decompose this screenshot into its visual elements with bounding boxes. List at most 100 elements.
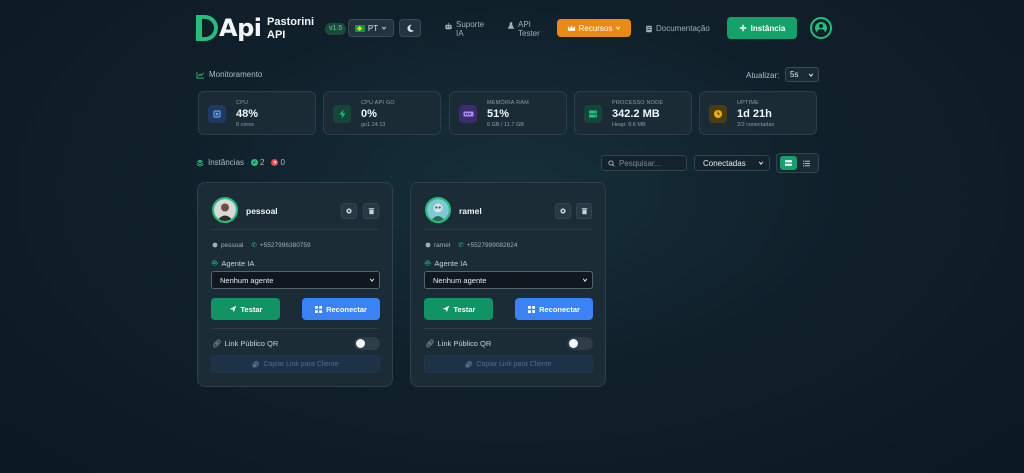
divider	[424, 328, 592, 329]
public-qr-toggle[interactable]	[567, 337, 593, 350]
chevron-down-icon	[808, 73, 814, 77]
documentacao-label: Documentação	[656, 24, 710, 33]
reconnect-button[interactable]: Reconectar	[515, 298, 593, 320]
book-icon	[646, 25, 652, 32]
monitor-title-text: Monitoramento	[209, 70, 263, 79]
status-filter-value: Conectadas	[703, 158, 746, 168]
list-icon	[803, 160, 811, 166]
instance-meta: pessoal ✆ +5527996380759	[212, 241, 311, 249]
instances-section-title: Instâncias ✓ 2 ✕ 0	[196, 158, 285, 167]
instance-phone: +5527999082624	[466, 241, 518, 249]
nav-documentacao[interactable]: Documentação	[645, 24, 710, 33]
trash-icon	[581, 208, 587, 215]
grid-icon	[784, 160, 792, 166]
x-circle-icon: ✕	[271, 159, 279, 166]
copy-client-link-label: Copiar Link para Cliente	[263, 360, 339, 368]
instance-card-ramel: ramel ramel ✆ +5527999082624 🤖︎ Agente I…	[410, 182, 606, 387]
nav-api-tester[interactable]: API Tester	[507, 20, 540, 38]
app-logo[interactable]: Api	[196, 14, 262, 42]
whatsapp-icon: ✆	[251, 242, 257, 249]
robot-icon: 🤖︎	[212, 258, 218, 268]
disconnected-count-value: 0	[280, 158, 285, 167]
agent-label: Agente IA	[221, 259, 255, 268]
qrcode-icon	[315, 305, 323, 313]
copy-client-link-button[interactable]: Copiar Link para Cliente	[211, 355, 380, 373]
public-qr-toggle[interactable]	[354, 337, 380, 350]
chevron-down-icon	[369, 278, 375, 282]
agent-section-label: 🤖︎ Agente IA	[212, 257, 254, 270]
stat-label: UPTIME	[737, 100, 759, 106]
agent-select-value: Nenhum agente	[220, 275, 274, 285]
brand-name: Pastorini API	[267, 16, 314, 42]
public-qr-link-label: 🔗︎ Link Público QR	[212, 339, 278, 348]
stat-card-uptime: UPTIME 1d 21h 2/2 conectadas	[699, 91, 817, 135]
settings-button[interactable]	[341, 203, 357, 219]
recursos-label: Recursos	[578, 23, 613, 33]
brand-line-2: API	[267, 29, 286, 41]
cpu-icon	[208, 105, 226, 123]
search-input[interactable]: Pesquisar...	[601, 155, 687, 171]
stat-label: MEMÓRIA RAM	[487, 100, 529, 106]
connected-count: ✓ 2	[251, 158, 264, 167]
instance-phone: +5527996380759	[259, 241, 311, 249]
chevron-down-icon	[616, 26, 621, 30]
chevron-down-icon	[582, 278, 588, 282]
moon-icon	[406, 24, 414, 32]
delete-button[interactable]	[363, 203, 379, 219]
stat-card-memory: MEMÓRIA RAM 51% 6 GB / 11.7 GB	[449, 91, 567, 135]
reconnect-button-label: Reconectar	[326, 304, 367, 314]
language-select[interactable]: PT	[348, 19, 394, 37]
list-view-button[interactable]	[798, 156, 815, 170]
stat-card-cpu-api-go: CPU API GO 0% go1.24.13	[323, 91, 441, 135]
refresh-interval-select[interactable]: 5s	[785, 67, 819, 82]
theme-toggle-button[interactable]	[399, 19, 421, 37]
stat-subtext: Heap: 8.6 MB	[612, 122, 646, 128]
grid-view-button[interactable]	[779, 156, 797, 170]
instance-avatar	[425, 197, 451, 223]
stat-subtext: 2/2 conectadas	[737, 122, 775, 128]
flask-icon	[507, 22, 515, 29]
agent-select[interactable]: Nenhum agente	[211, 271, 380, 289]
clock-icon	[709, 105, 727, 123]
user-menu-button[interactable]	[810, 17, 832, 39]
nav-suporte-ia[interactable]: Suporte IA	[444, 20, 484, 38]
user-avatar-icon	[815, 22, 827, 34]
nav-suporte-line-2: IA	[456, 29, 464, 38]
logo-text: Api	[219, 14, 262, 42]
delete-button[interactable]	[576, 203, 592, 219]
stat-subtext: 8 cores	[236, 122, 255, 128]
logo-d-mark	[196, 15, 218, 41]
public-qr-label: Link Público QR	[224, 339, 279, 348]
recursos-dropdown-button[interactable]: Recursos	[557, 19, 631, 37]
link-icon: 🔗︎	[212, 339, 222, 348]
robot-icon	[445, 22, 452, 30]
test-button[interactable]: Testar	[211, 298, 280, 320]
test-button[interactable]: Testar	[424, 298, 493, 320]
stat-subtext: 6 GB / 11.7 GB	[487, 122, 524, 128]
test-button-label: Testar	[453, 304, 476, 314]
nav-api-tester-line-2: Tester	[518, 29, 540, 38]
check-circle-icon: ✓	[251, 159, 259, 166]
brand-line-1: Pastorini	[267, 16, 315, 28]
divider	[424, 229, 592, 230]
plus-icon	[739, 24, 746, 32]
agent-section-label: 🤖︎ Agente IA	[425, 257, 467, 270]
refresh-label: Atualizar:	[746, 71, 780, 80]
chart-line-icon	[196, 71, 205, 79]
copy-client-link-button[interactable]: Copiar Link para Cliente	[424, 355, 593, 373]
robot-icon: 🤖︎	[425, 258, 431, 268]
connected-count-value: 2	[260, 158, 265, 167]
public-qr-link-label: 🔗︎ Link Público QR	[425, 339, 491, 348]
status-filter-select[interactable]: Conectadas	[694, 155, 770, 171]
settings-button[interactable]	[555, 203, 571, 219]
stat-value: 1d 21h	[737, 108, 772, 120]
public-qr-label: Link Público QR	[437, 339, 492, 348]
agent-select[interactable]: Nenhum agente	[424, 271, 593, 289]
reconnect-button[interactable]: Reconectar	[302, 298, 380, 320]
new-instance-button[interactable]: Instância	[727, 17, 797, 39]
agent-label: Agente IA	[434, 259, 468, 268]
divider	[211, 328, 379, 329]
trash-icon	[368, 208, 374, 215]
instance-name: ramel	[459, 206, 482, 216]
agent-select-value: Nenhum agente	[433, 275, 487, 285]
